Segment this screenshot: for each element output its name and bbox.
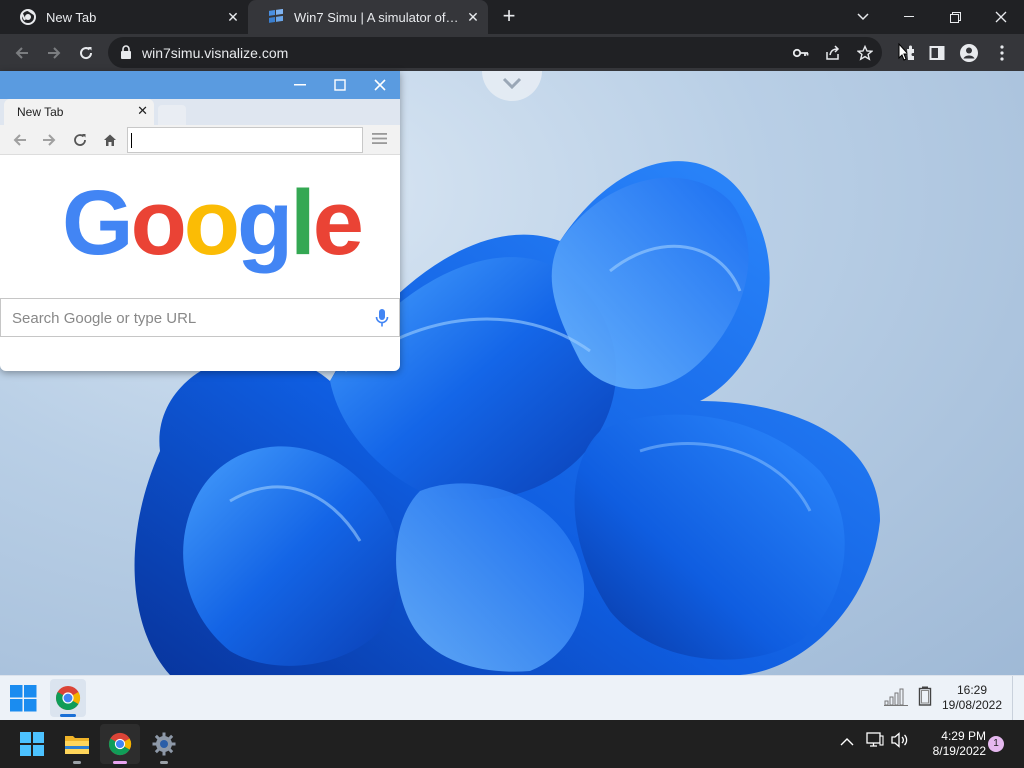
sim-clock-time: 16:29 <box>956 683 988 697</box>
show-hidden-icons-chevron-up-icon[interactable] <box>840 734 854 752</box>
host-tab-new-tab[interactable]: New Tab ✕ <box>0 0 248 34</box>
sim-clock-date: 19/08/2022 <box>941 698 1003 712</box>
chrome-icon <box>20 9 36 25</box>
close-tab-icon[interactable]: ✕ <box>137 103 148 119</box>
volume-icon[interactable] <box>891 732 909 753</box>
restore-button[interactable] <box>932 0 978 34</box>
extensions-icon[interactable] <box>892 40 918 66</box>
sim-show-desktop[interactable] <box>1012 676 1013 721</box>
sim-minimize-button[interactable] <box>280 71 320 99</box>
running-indicator <box>160 761 168 764</box>
sim-menu-icon[interactable] <box>372 132 387 150</box>
chrome-icon <box>108 732 132 756</box>
close-window-button[interactable] <box>978 0 1024 34</box>
sim-new-tab-button[interactable] <box>158 105 186 125</box>
google-logo-letter: e <box>312 172 364 274</box>
clock-time: 4:29 PM <box>941 729 986 743</box>
new-tab-button[interactable]: + <box>498 5 520 28</box>
taskbar-settings[interactable] <box>144 724 184 764</box>
reload-button[interactable] <box>73 40 99 66</box>
sim-clock[interactable]: 16:29 19/08/2022 <box>930 683 1014 713</box>
more-menu-icon[interactable] <box>989 40 1015 66</box>
host-tab-title: New Tab <box>46 9 97 25</box>
sim-back-icon[interactable] <box>11 131 29 149</box>
sim-tab-new-tab[interactable]: New Tab ✕ <box>4 99 154 125</box>
google-search-box[interactable]: Search Google or type URL <box>0 298 400 337</box>
host-toolbar: win7simu.visnalize.com <box>0 34 1024 71</box>
start-button[interactable] <box>12 724 52 764</box>
google-logo-letter: o <box>183 172 240 274</box>
simulated-chrome-window: New Tab ✕ Google Search Google or type U… <box>0 71 400 371</box>
profile-avatar-icon[interactable] <box>956 40 982 66</box>
host-taskbar: 4:29 PM 8/19/2022 1 <box>0 720 1024 768</box>
sim-address-input[interactable] <box>127 127 363 153</box>
sim-close-button[interactable] <box>360 71 400 99</box>
url-text: win7simu.visnalize.com <box>142 45 289 61</box>
sim-tab-strip: New Tab ✕ <box>0 99 400 125</box>
active-indicator <box>60 714 76 717</box>
close-tab-icon[interactable]: ✕ <box>464 8 482 26</box>
network-icon[interactable] <box>866 732 884 753</box>
google-logo-letter: o <box>130 172 187 274</box>
tab-search-icon[interactable] <box>840 0 886 34</box>
google-logo-letter: G <box>62 172 134 274</box>
lock-icon[interactable] <box>120 45 132 64</box>
host-tab-win7simu[interactable]: Win7 Simu | A simulator of Wind ✕ <box>248 0 488 34</box>
clock-date: 8/19/2022 <box>932 744 986 758</box>
text-caret <box>131 133 132 148</box>
microphone-icon[interactable] <box>375 308 389 333</box>
address-bar[interactable]: win7simu.visnalize.com <box>108 37 882 68</box>
sim-toolbar <box>0 125 400 155</box>
host-tab-strip: New Tab ✕ Win7 Simu | A simulator of Win… <box>0 0 1024 34</box>
host-tab-title: Win7 Simu | A simulator of Wind <box>294 9 462 25</box>
folder-icon <box>65 736 89 754</box>
windows-favicon-icon <box>268 8 284 25</box>
sim-forward-icon[interactable] <box>40 131 58 149</box>
minimize-button[interactable] <box>886 0 932 34</box>
sim-taskbar-chrome[interactable] <box>50 679 86 717</box>
google-logo-letter: g <box>236 172 293 274</box>
running-indicator <box>73 761 81 764</box>
windows-logo-icon <box>10 685 37 712</box>
sim-window-titlebar[interactable] <box>0 71 400 99</box>
notification-badge[interactable]: 1 <box>988 736 1004 752</box>
system-clock[interactable]: 4:29 PM 8/19/2022 <box>912 729 986 759</box>
bookmark-star-icon[interactable] <box>856 44 874 62</box>
search-placeholder: Search Google or type URL <box>12 310 197 327</box>
chevron-down-icon <box>502 77 522 89</box>
side-panel-icon[interactable] <box>924 40 950 66</box>
close-tab-icon[interactable]: ✕ <box>224 8 242 26</box>
back-button[interactable] <box>9 40 35 66</box>
taskbar-file-explorer[interactable] <box>57 724 97 764</box>
sim-reload-icon[interactable] <box>71 131 89 149</box>
taskbar-chrome[interactable] <box>100 724 140 764</box>
share-icon[interactable] <box>824 44 842 62</box>
key-icon[interactable] <box>792 44 810 62</box>
sim-home-icon[interactable] <box>101 131 119 149</box>
signal-bars-icon[interactable] <box>884 686 908 706</box>
google-logo-letter: l <box>290 172 316 274</box>
sim-start-button[interactable] <box>10 685 37 717</box>
gear-icon <box>152 732 176 756</box>
chrome-icon <box>55 686 81 711</box>
sim-maximize-button[interactable] <box>320 71 360 99</box>
forward-button[interactable] <box>41 40 67 66</box>
sim-tab-title: New Tab <box>17 105 64 119</box>
sim-tray <box>884 686 932 711</box>
windows-logo-icon <box>20 732 44 756</box>
active-indicator <box>113 761 127 764</box>
sim-taskbar: 16:29 19/08/2022 <box>0 675 1024 721</box>
google-logo: Google <box>62 177 364 269</box>
